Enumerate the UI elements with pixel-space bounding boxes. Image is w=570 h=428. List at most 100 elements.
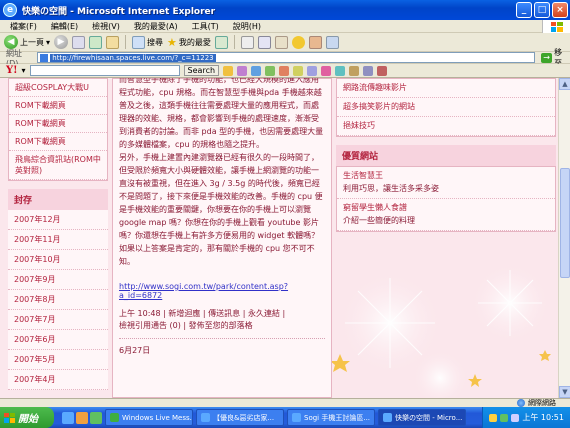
vertical-scrollbar[interactable]: ▲ ▼: [558, 78, 570, 398]
chevron-down-icon[interactable]: ▾: [22, 66, 26, 75]
messenger-icon[interactable]: [291, 35, 305, 49]
sidebar-link[interactable]: 超級COSPLAY大戰U: [9, 79, 107, 97]
finance-icon[interactable]: [349, 65, 360, 76]
sidebar-link[interactable]: 飛鳥綜合資訊站(ROM中英對照): [9, 151, 107, 180]
site-description: 利用巧思，讓生活多采多姿: [337, 181, 555, 199]
games-icon[interactable]: [279, 65, 290, 76]
archive-link[interactable]: 2007年4月: [8, 370, 108, 390]
sidebar-link[interactable]: ROM下載網頁: [9, 97, 107, 115]
toolbar-divider: [233, 35, 235, 49]
maximize-button[interactable]: □: [534, 2, 550, 18]
sidebar-link[interactable]: 挹妹技巧: [337, 117, 555, 136]
post-paragraph: 而智慧型手機除了手機的功能，也已經大規模的進入應用程式功能，cpu 規格。而在智…: [119, 78, 324, 149]
archive-link[interactable]: 2007年7月: [8, 310, 108, 330]
links-box: 超級COSPLAY大戰U ROM下載網頁 ROM下載網頁 ROM下載網頁 飛鳥綜…: [8, 78, 108, 181]
task-label: Sogi 手機王討論區...: [304, 413, 371, 422]
archive-link[interactable]: 2007年10月: [8, 250, 108, 270]
messenger-icon[interactable]: [90, 411, 102, 424]
menu-help[interactable]: 說明(H): [233, 21, 261, 32]
toolbar: ◀ 上一頁 ▾ ▶ 搜尋 ★ 我的最愛: [0, 33, 570, 52]
movie-icon[interactable]: [363, 65, 374, 76]
music-icon[interactable]: [293, 65, 304, 76]
favorites-button[interactable]: ★ 我的最愛: [167, 36, 211, 49]
yahoo-toolbar: Y! ▾ Search: [0, 64, 570, 78]
refresh-icon[interactable]: [89, 35, 103, 49]
source-link[interactable]: http://www.sogi.com.tw/park/content.asp?…: [119, 282, 325, 300]
sidebar-link[interactable]: ROM下載網頁: [9, 115, 107, 133]
menu-edit[interactable]: 編輯(E): [51, 21, 78, 32]
archive-link[interactable]: 2007年12月: [8, 210, 108, 230]
mail-icon[interactable]: [240, 35, 254, 49]
quality-sites-box: 生活智慧王 利用巧思，讓生活多采多姿 窮留學生懶人食譜 介紹一些簡便的料理: [336, 166, 556, 232]
start-button[interactable]: 開始: [0, 407, 54, 428]
archive-link[interactable]: 2007年11月: [8, 230, 108, 250]
tray-icon[interactable]: [500, 413, 509, 422]
research-icon[interactable]: [325, 35, 339, 49]
taskbar-item[interactable]: Sogi 手機王討論區...: [287, 409, 375, 426]
archive-link[interactable]: 2007年6月: [8, 330, 108, 350]
sidebar-link[interactable]: 網路流傳趣味影片: [337, 79, 555, 98]
taskbar-item-active[interactable]: 快樂の空間 - Micro...: [378, 409, 466, 426]
media-player-icon[interactable]: [76, 411, 88, 424]
archive-link[interactable]: 2007年8月: [8, 290, 108, 310]
news-icon[interactable]: [251, 65, 262, 76]
home-icon[interactable]: [106, 35, 120, 49]
menu-favorites[interactable]: 我的最愛(A): [134, 21, 178, 32]
yahoo-search-label: Search: [187, 66, 216, 75]
yahoo-mail-icon[interactable]: [237, 65, 248, 76]
history-icon[interactable]: [214, 35, 228, 49]
site-link[interactable]: 生活智慧王: [337, 167, 555, 181]
scroll-down-icon[interactable]: ▼: [559, 386, 570, 398]
taskbar-item[interactable]: 【優良&惡劣店家...: [196, 409, 284, 426]
address-url[interactable]: http://firewhisaan.spaces.live.com/?_c=1…: [50, 53, 216, 62]
search-button[interactable]: 搜尋: [132, 35, 163, 49]
menu-tools[interactable]: 工具(T): [192, 21, 219, 32]
address-input[interactable]: http://firewhisaan.spaces.live.com/?_c=1…: [37, 52, 536, 63]
sidebar-link[interactable]: 超多搞笑影片的網站: [337, 98, 555, 117]
yahoo-search-button[interactable]: Search: [183, 65, 220, 76]
scroll-thumb[interactable]: [560, 168, 570, 278]
sidebar-link[interactable]: ROM下載網頁: [9, 133, 107, 151]
back-label: 上一頁: [20, 37, 44, 47]
scroll-up-icon[interactable]: ▲: [559, 78, 570, 90]
forward-button[interactable]: ▶: [54, 35, 69, 49]
weather-icon[interactable]: [335, 65, 346, 76]
auction-icon[interactable]: [377, 65, 388, 76]
globe-icon: [517, 399, 525, 407]
window-controls: _ □ ×: [516, 2, 568, 18]
windows-logo-icon: [542, 20, 570, 33]
site-link[interactable]: 窮留學生懶人食譜: [337, 199, 555, 213]
tray-icon[interactable]: [489, 413, 498, 422]
menu-view[interactable]: 檢視(V): [92, 21, 120, 32]
discuss-icon[interactable]: [308, 35, 322, 49]
messenger-icon: [110, 413, 119, 422]
task-label: 快樂の空間 - Micro...: [395, 413, 463, 422]
answers-icon[interactable]: [307, 65, 318, 76]
volume-icon[interactable]: [511, 413, 520, 422]
close-button[interactable]: ×: [552, 2, 568, 18]
right-sidebar: 網路流傳趣味影片 超多搞笑影片的網站 挹妹技巧 優質網站 生活智慧王 利用巧思，…: [336, 78, 556, 232]
post-actions[interactable]: 上午 10:48 | 新增迴應 | 傳送訊息 | 永久連結 |: [119, 308, 325, 320]
ie-icon[interactable]: [62, 411, 74, 424]
yahoo-logo[interactable]: Y!: [6, 65, 18, 76]
shopping-icon[interactable]: [265, 65, 276, 76]
page-content: 超級COSPLAY大戰U ROM下載網頁 ROM下載網頁 ROM下載網頁 飛鳥綜…: [0, 78, 558, 398]
quality-sites-heading: 優質網站: [336, 145, 556, 166]
blog-icon[interactable]: [321, 65, 332, 76]
taskbar-item[interactable]: Windows Live Mess...: [105, 409, 193, 426]
yahoo-search-input[interactable]: [29, 65, 180, 76]
archive-link[interactable]: 2007年5月: [8, 350, 108, 370]
window-title: 快樂の空間 - Microsoft Internet Explorer: [22, 6, 216, 17]
post-trackback[interactable]: 檢視引用通告 (0) | 發佈至您的部落格: [119, 320, 325, 332]
archive-heading: 封存: [8, 189, 108, 210]
minimize-button[interactable]: _: [516, 2, 532, 18]
bookmark-icon[interactable]: [223, 65, 234, 76]
archive-link[interactable]: 2007年9月: [8, 270, 108, 290]
print-icon[interactable]: [257, 35, 271, 49]
quick-launch: [62, 411, 102, 424]
post-date: 6月27日: [119, 346, 151, 355]
menu-file[interactable]: 檔案(F): [10, 21, 37, 32]
edit-icon[interactable]: [274, 35, 288, 49]
chevron-down-icon[interactable]: ▾: [46, 38, 50, 47]
stop-icon[interactable]: [72, 35, 86, 49]
